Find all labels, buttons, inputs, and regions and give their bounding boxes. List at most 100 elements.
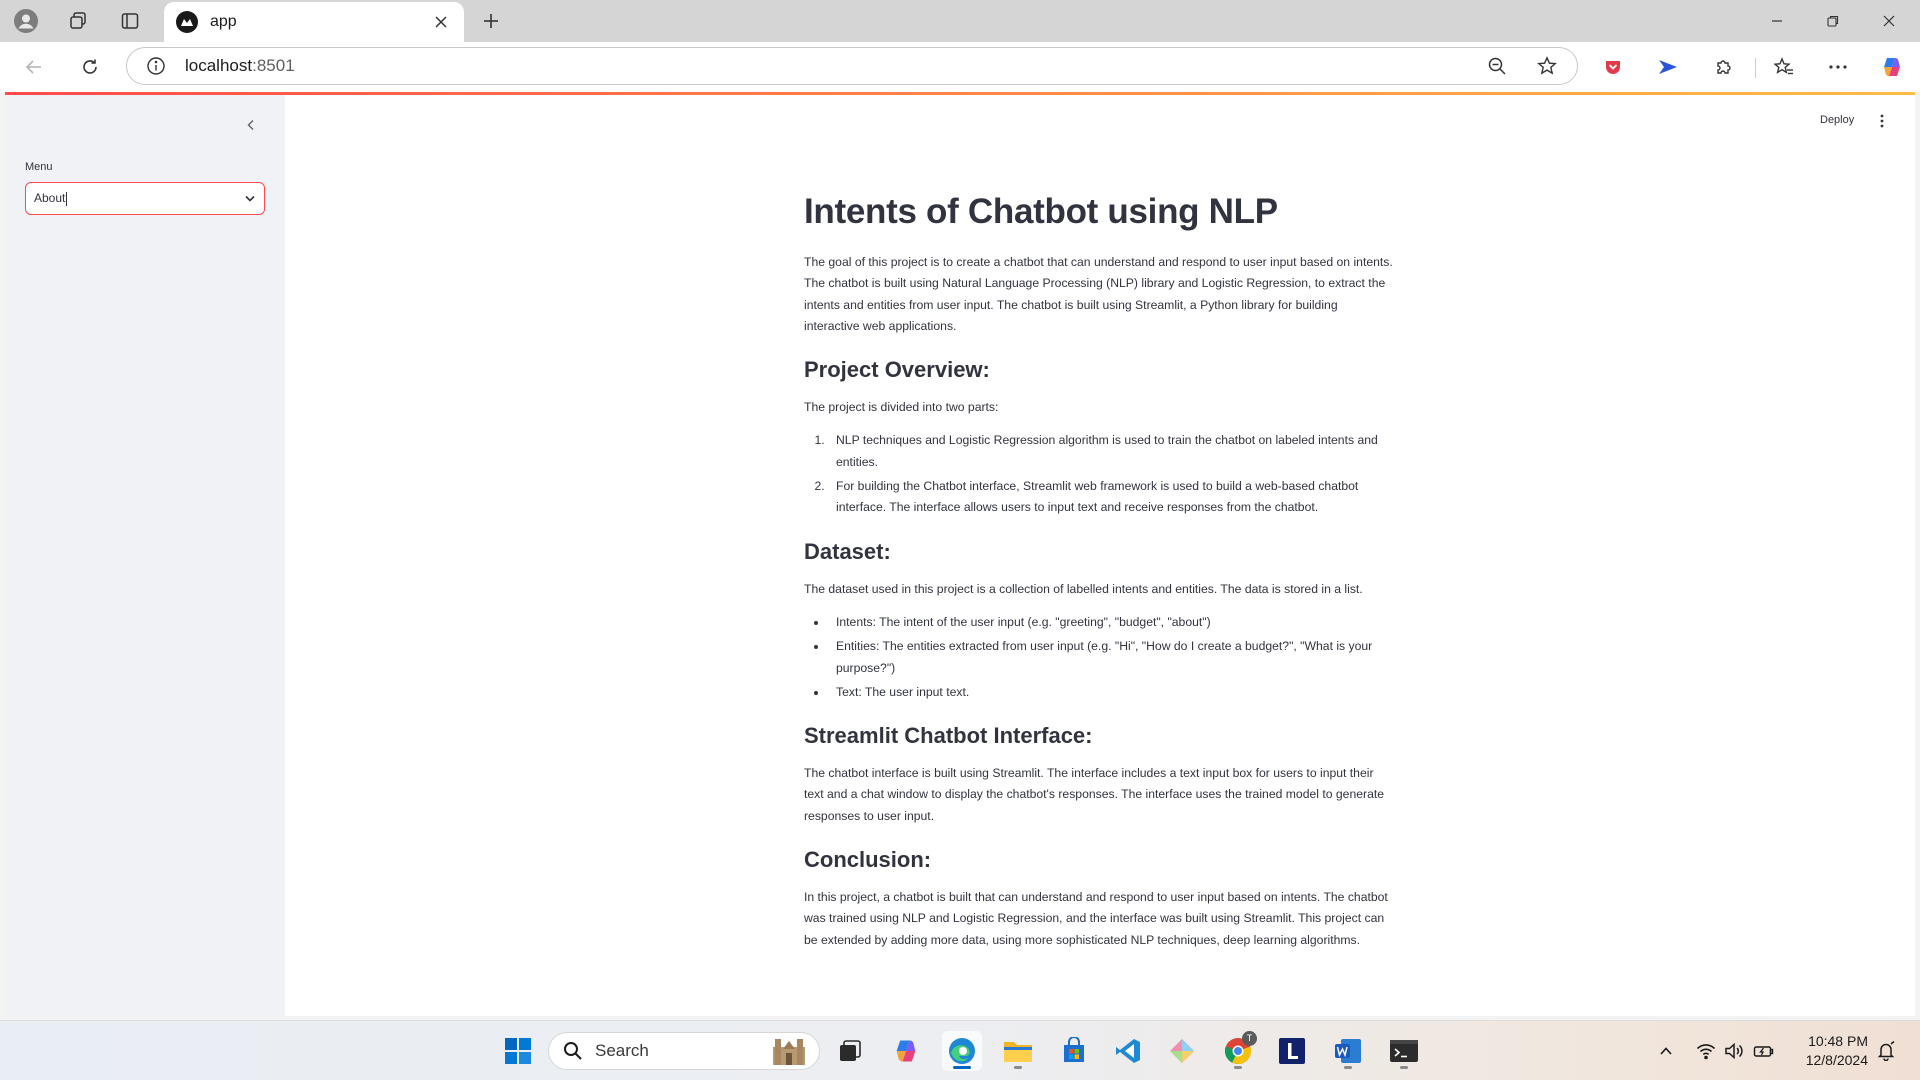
settings-more-button[interactable] bbox=[1820, 50, 1856, 84]
main-menu-button[interactable] bbox=[1872, 110, 1892, 132]
extension-button-copilot-arrow[interactable] bbox=[1650, 50, 1686, 84]
taskbar-chrome[interactable]: T bbox=[1218, 1031, 1258, 1071]
menu-select-text: About bbox=[34, 191, 66, 206]
menu-label: Menu bbox=[25, 161, 53, 173]
terminal-icon bbox=[1390, 1040, 1418, 1062]
clock-date: 12/8/2024 bbox=[1805, 1052, 1868, 1068]
overview-list: NLP techniques and Logistic Regression a… bbox=[804, 430, 1394, 518]
taskbar-app-diamond[interactable] bbox=[1162, 1031, 1202, 1071]
word-icon bbox=[1335, 1039, 1361, 1063]
tab-close-button[interactable] bbox=[428, 9, 454, 35]
workspaces-button[interactable] bbox=[62, 6, 94, 36]
windows-logo-icon bbox=[505, 1038, 531, 1064]
taskbar-vscode[interactable] bbox=[1108, 1031, 1148, 1071]
interface-heading: Streamlit Chatbot Interface: bbox=[804, 723, 1093, 749]
window-close-button[interactable] bbox=[1862, 0, 1916, 42]
overview-heading: Project Overview: bbox=[804, 357, 990, 383]
refresh-button[interactable] bbox=[72, 50, 108, 84]
toolbar-separator bbox=[1755, 58, 1756, 78]
main-content: Intents of Chatbot using NLP The goal of… bbox=[804, 186, 1394, 951]
menu-select-value: About bbox=[34, 191, 244, 206]
zoom-button[interactable] bbox=[1479, 51, 1515, 81]
cathedral-highlight-icon bbox=[773, 1039, 805, 1065]
zoom-out-icon bbox=[1488, 57, 1506, 75]
more-horizontal-icon bbox=[1829, 65, 1847, 69]
minimize-icon bbox=[1772, 20, 1782, 22]
new-tab-button[interactable] bbox=[474, 6, 508, 36]
running-indicator bbox=[1014, 1066, 1022, 1069]
streamlit-logo-icon bbox=[181, 19, 193, 26]
intro-paragraph: The goal of this project is to create a … bbox=[804, 255, 1393, 333]
folder-icon bbox=[1004, 1042, 1032, 1062]
search-icon bbox=[564, 1042, 582, 1060]
url-text[interactable]: localhost:8501 bbox=[185, 56, 1465, 76]
kebab-icon bbox=[1880, 114, 1884, 128]
collapse-sidebar-button[interactable] bbox=[237, 111, 265, 139]
conclusion-paragraph: In this project, a chatbot is built that… bbox=[804, 890, 1388, 947]
info-icon bbox=[147, 57, 165, 75]
battery-button[interactable] bbox=[1752, 1039, 1776, 1063]
arrow-extension-icon bbox=[1659, 60, 1677, 74]
taskbar-word[interactable] bbox=[1328, 1031, 1368, 1071]
profile-icon bbox=[14, 9, 38, 33]
address-bar[interactable]: localhost:8501 bbox=[126, 47, 1578, 85]
puzzle-icon bbox=[1717, 60, 1731, 74]
deploy-button[interactable]: Deploy bbox=[1820, 114, 1854, 126]
volume-icon bbox=[1725, 1042, 1743, 1060]
list-item: Entities: The entities extracted from us… bbox=[828, 636, 1394, 679]
active-tab[interactable]: app bbox=[164, 2, 464, 42]
notifications-button[interactable] bbox=[1874, 1039, 1898, 1063]
menu-select[interactable]: About bbox=[25, 182, 265, 215]
chrome-profile-badge: T bbox=[1242, 1031, 1257, 1046]
favorite-button[interactable] bbox=[1529, 51, 1565, 81]
text-cursor bbox=[66, 191, 68, 206]
back-button[interactable] bbox=[16, 50, 52, 84]
wifi-button[interactable] bbox=[1694, 1039, 1718, 1063]
taskbar-file-explorer[interactable] bbox=[998, 1031, 1038, 1071]
system-clock[interactable]: 10:48 PM 12/8/2024 bbox=[1796, 1032, 1868, 1070]
list-item: For building the Chatbot interface, Stre… bbox=[828, 476, 1394, 519]
start-button[interactable] bbox=[498, 1031, 538, 1071]
streamlit-favicon bbox=[176, 11, 198, 33]
extension-button-pocket[interactable] bbox=[1595, 50, 1631, 84]
chevron-up-icon bbox=[1660, 1047, 1672, 1055]
tab-actions-button[interactable] bbox=[114, 6, 146, 36]
star-icon bbox=[1537, 56, 1557, 75]
restore-icon bbox=[1827, 15, 1839, 27]
workspaces-icon bbox=[70, 12, 86, 29]
running-indicator bbox=[1344, 1066, 1352, 1069]
tab-actions-icon bbox=[121, 13, 139, 29]
diamond-app-icon bbox=[1170, 1039, 1194, 1063]
volume-button[interactable] bbox=[1722, 1039, 1746, 1063]
taskbar-edge[interactable] bbox=[942, 1031, 982, 1071]
list-item: NLP techniques and Logistic Regression a… bbox=[828, 430, 1394, 473]
dataset-heading: Dataset: bbox=[804, 538, 891, 564]
url-port: :8501 bbox=[252, 56, 295, 75]
copilot-icon bbox=[896, 1040, 916, 1062]
taskbar: Search T 10:48 PM 12/8/2024 bbox=[0, 1020, 1920, 1080]
task-view-icon bbox=[840, 1040, 861, 1061]
taskbar-terminal[interactable] bbox=[1384, 1031, 1424, 1071]
list-item: Text: The user input text. bbox=[828, 682, 1394, 703]
show-hidden-icons-button[interactable] bbox=[1654, 1039, 1678, 1063]
dataset-list: Intents: The intent of the user input (e… bbox=[804, 612, 1394, 703]
extensions-button[interactable] bbox=[1706, 50, 1742, 84]
taskbar-task-view[interactable] bbox=[830, 1031, 870, 1071]
favorites-list-icon bbox=[1774, 57, 1793, 75]
favorites-button[interactable] bbox=[1766, 50, 1802, 84]
copilot-button[interactable] bbox=[1874, 50, 1910, 84]
pocket-extension-icon bbox=[1606, 61, 1620, 74]
taskbar-store[interactable] bbox=[1054, 1031, 1094, 1071]
profile-button[interactable] bbox=[10, 6, 42, 36]
minimize-button[interactable] bbox=[1750, 0, 1804, 42]
restore-button[interactable] bbox=[1806, 0, 1860, 42]
back-arrow-icon bbox=[25, 60, 41, 74]
taskbar-app-l[interactable] bbox=[1272, 1031, 1312, 1071]
running-indicator bbox=[1400, 1066, 1408, 1069]
taskbar-copilot[interactable] bbox=[886, 1031, 926, 1071]
browser-toolbar: localhost:8501 bbox=[0, 42, 1920, 92]
site-info-button[interactable] bbox=[145, 55, 167, 77]
browser-tab-strip: app bbox=[0, 0, 1920, 42]
taskbar-search[interactable]: Search bbox=[548, 1032, 820, 1070]
close-icon bbox=[435, 16, 447, 28]
